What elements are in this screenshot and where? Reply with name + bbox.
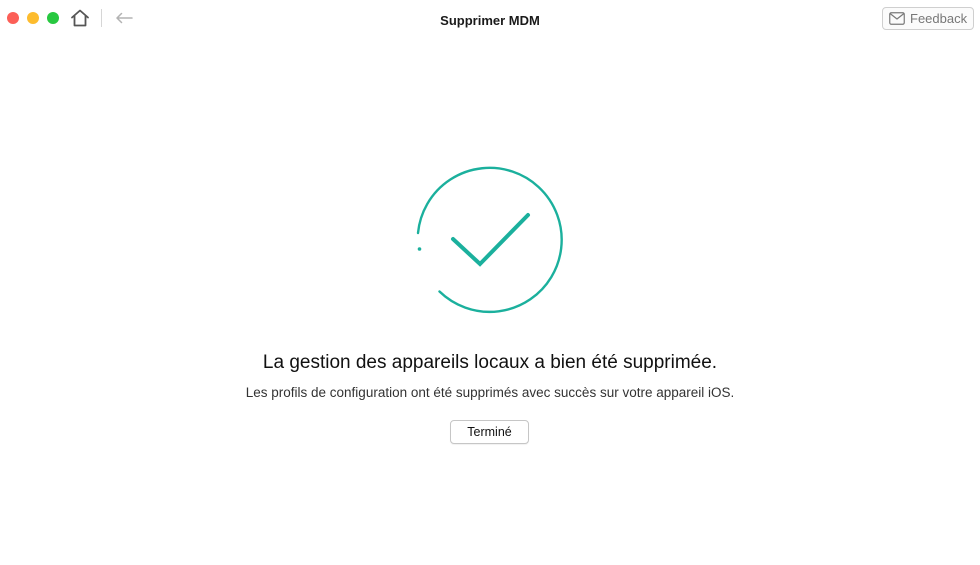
success-message: Les profils de configuration ont été sup…: [245, 385, 735, 400]
feedback-label: Feedback: [910, 11, 968, 26]
app-window: Supprimer MDM Feedback La gestion des ap…: [0, 0, 980, 565]
feedback-button[interactable]: Feedback: [882, 7, 974, 30]
titlebar: Supprimer MDM Feedback: [0, 0, 980, 40]
done-button[interactable]: Terminé: [450, 420, 529, 444]
success-check-icon: [416, 166, 563, 314]
mail-icon: [889, 12, 905, 25]
success-headline: La gestion des appareils locaux a bien é…: [262, 352, 718, 373]
window-title: Supprimer MDM: [440, 13, 540, 28]
